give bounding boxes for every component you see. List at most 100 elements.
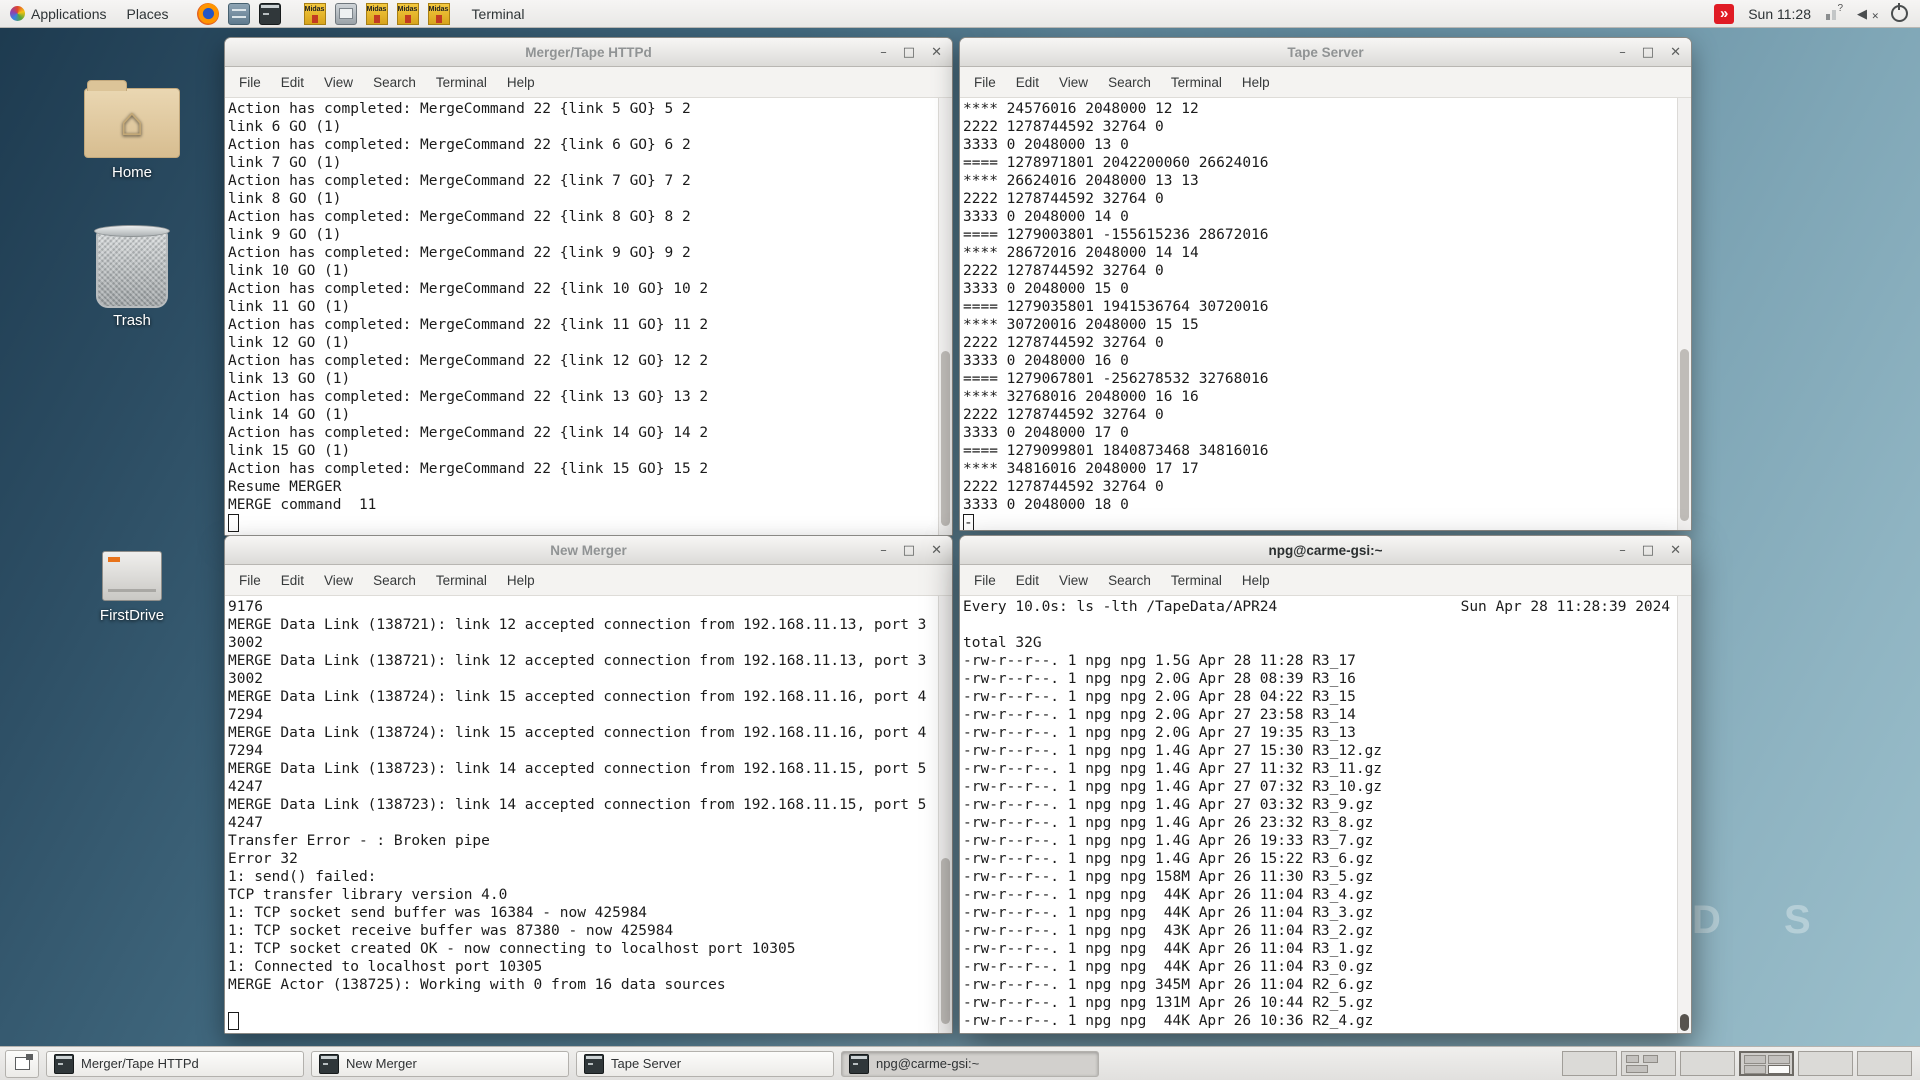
drive-icon: [102, 551, 162, 601]
terminal-icon: [319, 1054, 339, 1074]
show-desktop-button[interactable]: [5, 1050, 39, 1078]
maximize-button[interactable]: □: [1642, 46, 1654, 59]
taskbar-button-tape-server[interactable]: Tape Server: [576, 1051, 834, 1077]
menubar: File Edit View Search Terminal Help: [225, 67, 952, 98]
home-folder-icon: ⌂: [84, 88, 180, 158]
places-menu[interactable]: Places: [117, 0, 179, 27]
scrollbar-thumb[interactable]: [1680, 1014, 1689, 1031]
window-title: npg@carme-gsi:~: [1268, 543, 1382, 558]
close-button[interactable]: ✕: [931, 544, 942, 557]
menu-search[interactable]: Search: [1100, 72, 1159, 93]
titlebar[interactable]: Merger/Tape HTTPd – □ ✕: [225, 38, 952, 67]
terminal-output: **** 24576016 2048000 12 12 2222 1278744…: [960, 98, 1691, 514]
minimize-button[interactable]: –: [1619, 544, 1626, 557]
titlebar[interactable]: npg@carme-gsi:~ – □ ✕: [960, 536, 1691, 565]
menu-search[interactable]: Search: [365, 72, 424, 93]
menu-file[interactable]: File: [966, 72, 1004, 93]
menu-terminal[interactable]: Terminal: [428, 570, 495, 591]
menu-help[interactable]: Help: [499, 570, 543, 591]
scrollbar-thumb[interactable]: [941, 858, 950, 1024]
workspace-3[interactable]: [1680, 1051, 1735, 1076]
desktop-icon-trash[interactable]: Trash: [67, 228, 197, 329]
volume-muted-icon[interactable]: ◀✕: [1857, 6, 1877, 22]
firefox-icon[interactable]: [197, 3, 219, 25]
close-button[interactable]: ✕: [1670, 544, 1681, 557]
scrollbar[interactable]: [1677, 596, 1691, 1033]
taskbar-button-new-merger[interactable]: New Merger: [311, 1051, 569, 1077]
menu-terminal[interactable]: Terminal: [1163, 570, 1230, 591]
menu-help[interactable]: Help: [1234, 570, 1278, 591]
menubar: File Edit View Search Terminal Help: [960, 67, 1691, 98]
taskbar-button-npg-carme-gsi[interactable]: npg@carme-gsi:~: [841, 1051, 1099, 1077]
workspace-5[interactable]: [1798, 1051, 1853, 1076]
workspace-2[interactable]: [1621, 1051, 1676, 1076]
workspace-6[interactable]: [1857, 1051, 1912, 1076]
menu-help[interactable]: Help: [1234, 72, 1278, 93]
menu-file[interactable]: File: [231, 570, 269, 591]
terminal-screen[interactable]: **** 24576016 2048000 12 12 2222 1278744…: [960, 98, 1691, 530]
minimize-button[interactable]: –: [880, 46, 887, 59]
menu-edit[interactable]: Edit: [273, 72, 312, 93]
taskbar-button-label: Merger/Tape HTTPd: [81, 1056, 199, 1071]
midas-icon[interactable]: Midas: [397, 3, 419, 25]
taskbar: Merger/Tape HTTPd New Merger Tape Server…: [0, 1046, 1920, 1080]
workspace-1[interactable]: [1562, 1051, 1617, 1076]
menu-file[interactable]: File: [966, 570, 1004, 591]
minimize-button[interactable]: –: [880, 544, 887, 557]
menu-file[interactable]: File: [231, 72, 269, 93]
menu-search[interactable]: Search: [1100, 570, 1159, 591]
window-npg-carme-gsi: npg@carme-gsi:~ – □ ✕ File Edit View Sea…: [959, 535, 1692, 1034]
menu-help[interactable]: Help: [499, 72, 543, 93]
maximize-button[interactable]: □: [903, 544, 915, 557]
workspace-4-current[interactable]: [1739, 1051, 1794, 1076]
titlebar[interactable]: Tape Server – □ ✕: [960, 38, 1691, 67]
terminal-cursor: -: [963, 514, 974, 530]
terminal-screen[interactable]: 9176 MERGE Data Link (138721): link 12 a…: [225, 596, 952, 1033]
scrollbar[interactable]: [938, 98, 952, 535]
show-desktop-icon: [15, 1057, 30, 1070]
workspace-window-mini: [1768, 1055, 1790, 1064]
terminal-screen[interactable]: Action has completed: MergeCommand 22 {l…: [225, 98, 952, 535]
screenshot-tool-icon[interactable]: [335, 3, 357, 25]
menu-view[interactable]: View: [316, 72, 361, 93]
terminal-screen[interactable]: Every 10.0s: ls -lth /TapeData/APR24 Sun…: [960, 596, 1691, 1033]
file-manager-icon[interactable]: [228, 3, 250, 25]
active-app-menu[interactable]: Terminal: [472, 6, 525, 22]
menu-edit[interactable]: Edit: [273, 570, 312, 591]
terminal-icon[interactable]: [259, 3, 281, 25]
midas-icon[interactable]: Midas: [428, 3, 450, 25]
scrollbar-thumb[interactable]: [941, 351, 950, 526]
terminal-output: Every 10.0s: ls -lth /TapeData/APR24 Sun…: [960, 596, 1691, 1030]
desktop-icon-label: FirstDrive: [67, 607, 197, 624]
applications-menu[interactable]: Applications: [0, 0, 117, 27]
menu-search[interactable]: Search: [365, 570, 424, 591]
window-title: New Merger: [550, 543, 627, 558]
scrollbar[interactable]: [1677, 98, 1691, 530]
menu-view[interactable]: View: [1051, 72, 1096, 93]
titlebar[interactable]: New Merger – □ ✕: [225, 536, 952, 565]
taskbar-button-merger-tape-httpd[interactable]: Merger/Tape HTTPd: [46, 1051, 304, 1077]
update-notifier-icon[interactable]: »: [1714, 4, 1734, 24]
menu-edit[interactable]: Edit: [1008, 570, 1047, 591]
network-status-icon[interactable]: ?: [1825, 6, 1843, 22]
desktop-icon-home[interactable]: ⌂ Home: [67, 78, 197, 181]
maximize-button[interactable]: □: [903, 46, 915, 59]
menu-edit[interactable]: Edit: [1008, 72, 1047, 93]
menu-terminal[interactable]: Terminal: [428, 72, 495, 93]
scrollbar[interactable]: [938, 596, 952, 1033]
clock[interactable]: Sun 11:28: [1748, 6, 1811, 22]
workspace-window-mini: [1744, 1055, 1766, 1064]
maximize-button[interactable]: □: [1642, 544, 1654, 557]
menu-view[interactable]: View: [316, 570, 361, 591]
close-button[interactable]: ✕: [1670, 46, 1681, 59]
midas-icon[interactable]: Midas: [366, 3, 388, 25]
desktop-icon-firstdrive[interactable]: FirstDrive: [67, 551, 197, 624]
menubar: File Edit View Search Terminal Help: [960, 565, 1691, 596]
menu-view[interactable]: View: [1051, 570, 1096, 591]
minimize-button[interactable]: –: [1619, 46, 1626, 59]
midas-icon[interactable]: Midas: [304, 3, 326, 25]
power-icon[interactable]: [1891, 5, 1908, 22]
close-button[interactable]: ✕: [931, 46, 942, 59]
menu-terminal[interactable]: Terminal: [1163, 72, 1230, 93]
scrollbar-thumb[interactable]: [1680, 349, 1689, 522]
